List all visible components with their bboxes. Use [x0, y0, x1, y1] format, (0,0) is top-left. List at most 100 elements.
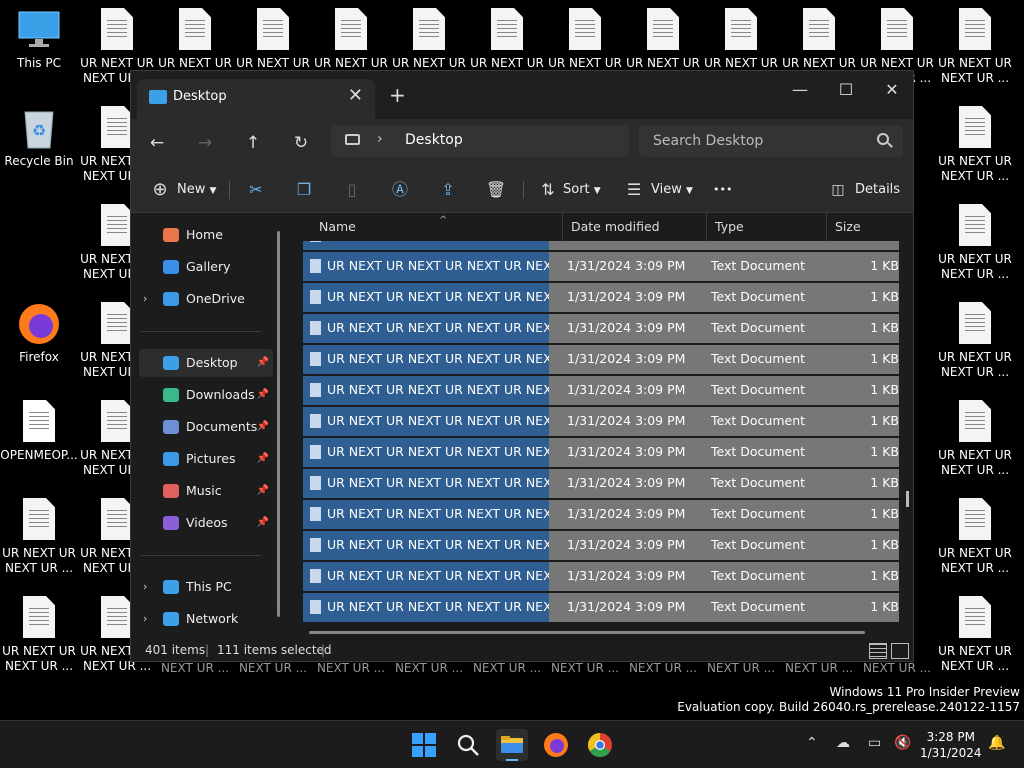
sidebar-item-documents[interactable]: Documents 📌	[139, 413, 273, 441]
up-button[interactable]: ↑	[239, 131, 267, 155]
expand-chevron-icon[interactable]: ›	[143, 573, 147, 601]
table-row[interactable]: UR NEXT UR NEXT UR NEXT UR NEXT UR... 1/3…	[303, 376, 899, 405]
desktop-file-icon[interactable]: This PC	[0, 8, 78, 71]
back-button[interactable]: ←	[143, 131, 171, 155]
desktop-file-icon[interactable]: UR NEXT UR NEXT UR ...	[936, 498, 1014, 576]
breadcrumb-desktop[interactable]: Desktop	[405, 132, 463, 148]
column-header-type[interactable]: Type	[707, 213, 827, 241]
table-row[interactable]: UR NEXT UR NEXT UR NEXT UR NEXT UR... 1/3…	[303, 500, 899, 529]
desktop-file-icon[interactable]: UR NEXT UR NEXT UR ...	[0, 596, 78, 674]
breadcrumb-chevron-icon[interactable]: ›	[377, 131, 383, 147]
table-row[interactable]: UR NEXT UR NEXT UR NEXT UR NEXT UR... 1/3…	[303, 438, 899, 467]
tab-desktop[interactable]: Desktop ✕	[137, 79, 375, 119]
sort-button[interactable]: Sort ▼	[563, 175, 601, 205]
text-document-icon	[957, 106, 993, 150]
sidebar-item-videos[interactable]: Videos 📌	[139, 509, 273, 537]
chrome-icon[interactable]	[584, 729, 616, 761]
share-icon[interactable]: ⇪	[433, 175, 463, 205]
close-window-button[interactable]: ✕	[869, 75, 915, 105]
desktop-file-icon[interactable]: UR NEXT UR NEXT UR ...	[936, 106, 1014, 184]
more-options-button[interactable]: •••	[713, 175, 732, 205]
desktop-icon-label: NEXT UR ...	[862, 661, 932, 675]
forward-button[interactable]: →	[191, 131, 219, 155]
desktop-file-icon[interactable]: Firefox	[0, 302, 78, 365]
desktop-file-icon[interactable]: OPENMEOP...	[0, 400, 78, 463]
desktop-file-icon[interactable]: UR NEXT UR NEXT UR ...	[936, 8, 1014, 86]
file-date: 1/31/2024 3:09 PM	[567, 568, 686, 583]
sidebar-item-network[interactable]: › Network	[139, 605, 273, 633]
rename-icon[interactable]: Ⓐ	[385, 175, 415, 205]
table-row[interactable]: UR NEXT UR NEXT UR NEXT UR NEXT UR... 1/3…	[303, 562, 899, 591]
details-view-icon[interactable]	[869, 643, 887, 659]
copy-icon[interactable]: ❐	[289, 175, 319, 205]
show-hidden-icons-button[interactable]: ⌃	[806, 735, 818, 751]
refresh-button[interactable]: ↻	[287, 131, 315, 155]
address-bar[interactable]: › Desktop	[331, 125, 629, 157]
cloud-offline-icon[interactable]: ☁	[836, 735, 850, 751]
desktop-file-icon[interactable]: UR NEXT UR NEXT UR ...	[936, 400, 1014, 478]
details-button[interactable]: Details	[855, 175, 900, 205]
clock-date: 1/31/2024	[920, 746, 982, 760]
text-document-icon	[957, 596, 993, 640]
desktop-file-icon[interactable]: UR NEXT UR NEXT UR ...	[936, 596, 1014, 674]
new-tab-button[interactable]: +	[389, 83, 406, 107]
home-icon	[163, 228, 179, 242]
sidebar-item-music[interactable]: Music 📌	[139, 477, 273, 505]
start-icon[interactable]	[408, 729, 440, 761]
table-row[interactable]: UR NEXT UR NEXT UR NEXT UR NEXT UR... 1/3…	[303, 531, 899, 560]
cloud-icon	[163, 292, 179, 306]
table-row[interactable]: UR NEXT UR NEXT UR NEXT UR NEXT UR... 1/3…	[303, 593, 899, 622]
file-name: UR NEXT UR NEXT UR NEXT UR NEXT UR...	[327, 506, 549, 521]
firefox-icon[interactable]	[540, 729, 572, 761]
maximize-button[interactable]: ☐	[823, 75, 869, 105]
table-row[interactable]: UR NEXT UR NEXT UR NEXT UR NEXT UR... 1/3…	[303, 345, 899, 374]
table-row[interactable]: UR NEXT UR NEXT UR NEXT UR NEXT UR... 1/3…	[303, 314, 899, 343]
close-tab-icon[interactable]: ✕	[348, 85, 363, 106]
desktop-file-icon[interactable]: UR NEXT UR NEXT UR ...	[0, 498, 78, 576]
desktop-file-icon[interactable]: UR NEXT UR NEXT UR ...	[936, 204, 1014, 282]
horizontal-scrollbar[interactable]	[309, 631, 865, 634]
navigation-scrollbar[interactable]	[277, 231, 280, 617]
sidebar-item-this-pc[interactable]: › This PC	[139, 573, 273, 601]
system-clock[interactable]: 3:28 PM 1/31/2024	[920, 729, 982, 761]
selected-count: 111 items selected	[217, 643, 332, 657]
minimize-button[interactable]: —	[777, 75, 823, 105]
status-separator: |	[321, 643, 326, 657]
search-input[interactable]	[639, 125, 903, 157]
sidebar-item-gallery[interactable]: Gallery	[139, 253, 273, 281]
vertical-scrollbar-thumb[interactable]	[906, 491, 909, 507]
column-header-date[interactable]: Date modified	[563, 213, 707, 241]
paste-icon[interactable]: ▯	[337, 175, 367, 205]
expand-chevron-icon[interactable]: ›	[143, 285, 147, 313]
cut-icon[interactable]: ✂	[241, 175, 271, 205]
table-row[interactable]: UR NEXT UR NEXT UR NEXT UR NEXT UR... 1/3…	[303, 469, 899, 498]
notification-bell-icon[interactable]: 🔔	[988, 735, 1005, 751]
text-document-icon	[723, 8, 759, 52]
delete-icon[interactable]: 🗑	[481, 175, 511, 205]
search-icon[interactable]	[452, 729, 484, 761]
column-header-name[interactable]: Name ^	[311, 213, 563, 241]
desktop-icon-label: NEXT UR ...	[238, 661, 308, 675]
table-row[interactable]: UR NEXT UR NEXT UR NEXT UR NEXT UR... 1/3…	[303, 241, 899, 250]
network-icon[interactable]: ▭	[868, 735, 881, 751]
expand-chevron-icon[interactable]: ›	[143, 605, 147, 633]
table-row[interactable]: UR NEXT UR NEXT UR NEXT UR NEXT UR... 1/3…	[303, 283, 899, 312]
sidebar-item-desktop[interactable]: Desktop 📌	[139, 349, 273, 377]
new-button[interactable]: New ▼	[177, 175, 216, 205]
sidebar-item-onedrive[interactable]: › OneDrive	[139, 285, 273, 313]
desktop-icon-label: NEXT UR ...	[784, 661, 854, 675]
sidebar-item-downloads[interactable]: Downloads 📌	[139, 381, 273, 409]
volume-muted-icon[interactable]: 🔇	[894, 735, 911, 751]
table-row[interactable]: UR NEXT UR NEXT UR NEXT UR NEXT UR... 1/3…	[303, 407, 899, 436]
music-icon	[163, 484, 179, 498]
sidebar-item-pictures[interactable]: Pictures 📌	[139, 445, 273, 473]
file-explorer-icon[interactable]	[496, 729, 528, 761]
table-row[interactable]: UR NEXT UR NEXT UR NEXT UR NEXT UR... 1/3…	[303, 252, 899, 281]
desktop-file-icon[interactable]: UR NEXT UR NEXT UR ...	[936, 302, 1014, 380]
tiles-view-icon[interactable]	[891, 643, 909, 659]
desktop-icon-label: NEXT UR ...	[316, 661, 386, 675]
view-button[interactable]: View ▼	[651, 175, 693, 205]
column-header-size[interactable]: Size	[827, 213, 913, 241]
desktop-file-icon[interactable]: ♻ Recycle Bin	[0, 106, 78, 169]
sidebar-item-home[interactable]: Home	[139, 221, 273, 249]
